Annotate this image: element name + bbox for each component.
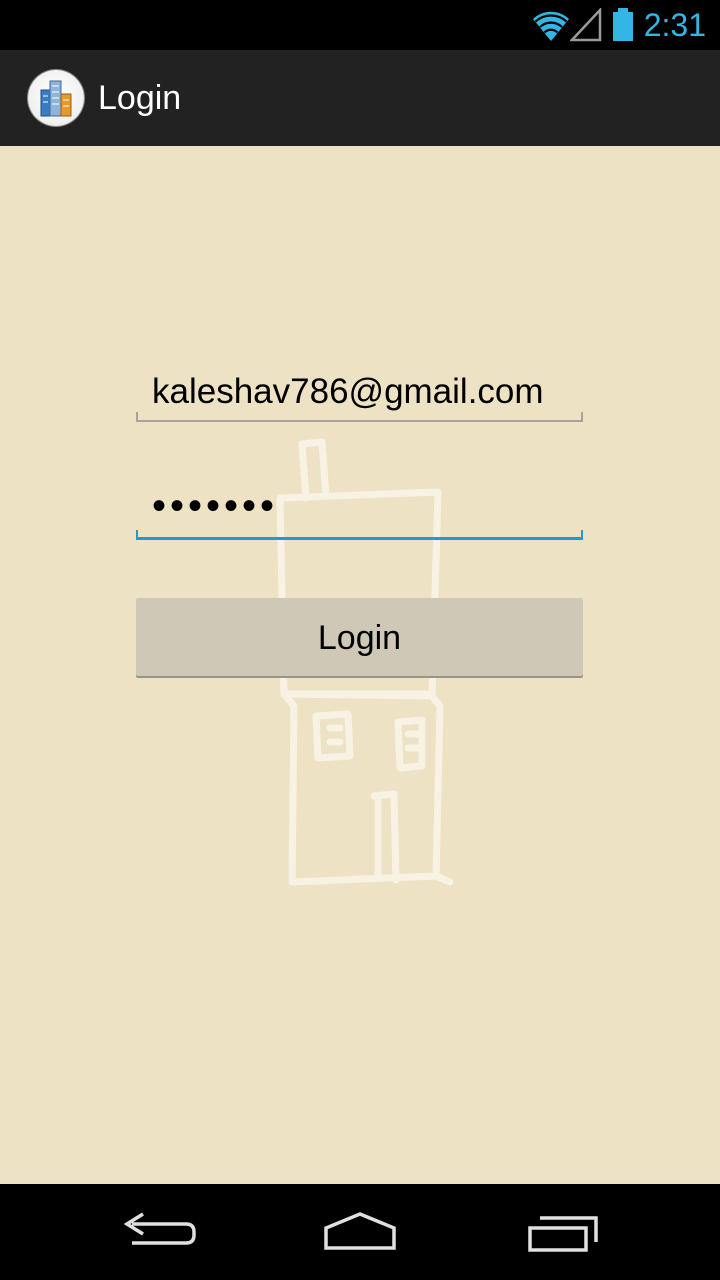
home-icon[interactable] [310,1206,410,1258]
clock: 2:31 [643,7,706,43]
status-bar: 2:31 [0,0,720,50]
recent-apps-icon[interactable] [512,1206,612,1258]
back-icon[interactable] [110,1206,210,1258]
app-logo-icon[interactable] [28,70,84,126]
email-field[interactable]: kaleshav786@gmail.com [136,362,583,422]
signal-icon [570,8,602,42]
password-field-underline [136,530,583,540]
email-field-underline [136,412,583,422]
page-title: Login [98,79,182,117]
login-button[interactable]: Login [136,598,583,676]
wifi-icon [533,11,569,42]
password-field-value: ••••••• [152,484,279,528]
battery-icon [613,8,633,41]
password-field[interactable]: ••••••• [136,480,583,540]
login-screen: 2:31 Login kaleshav786@gmail.com •••••••… [0,0,720,1280]
navigation-bar [0,1184,720,1280]
